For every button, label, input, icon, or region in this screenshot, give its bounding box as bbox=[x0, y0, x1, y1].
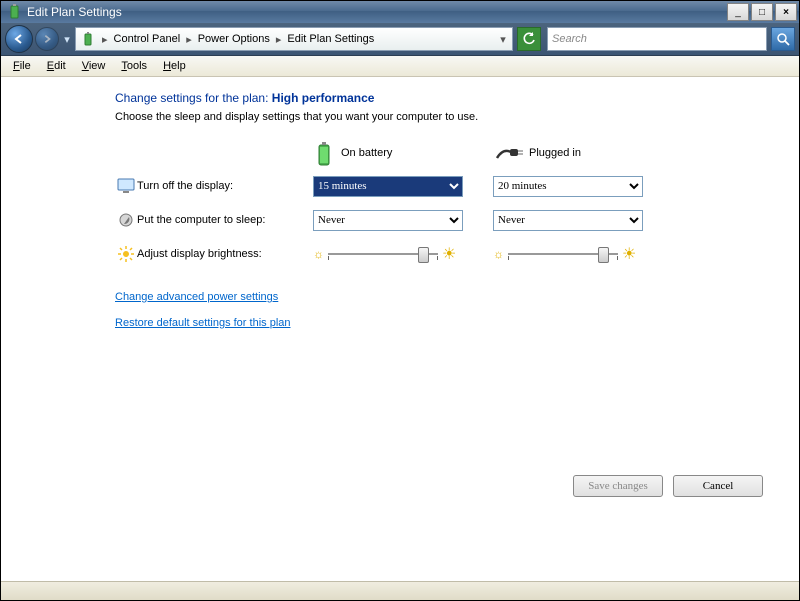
col-label: On battery bbox=[341, 147, 392, 159]
menu-tools[interactable]: Tools bbox=[115, 59, 153, 73]
back-button[interactable] bbox=[5, 25, 33, 53]
cancel-button[interactable]: Cancel bbox=[673, 475, 763, 497]
display-icon bbox=[115, 178, 137, 194]
row-label: Put the computer to sleep: bbox=[137, 214, 313, 226]
sun-small-icon: ☼ bbox=[313, 247, 324, 261]
breadcrumb-dropdown[interactable]: ▾ bbox=[496, 33, 510, 46]
minimize-button[interactable]: _ bbox=[727, 3, 749, 21]
chevron-right-icon: ▸ bbox=[98, 33, 112, 46]
window: Edit Plan Settings _ □ × ▾ ▸ Control Pan… bbox=[0, 0, 800, 601]
page-subtext: Choose the sleep and display settings th… bbox=[115, 111, 789, 123]
row-sleep: Put the computer to sleep: Never Never bbox=[15, 203, 789, 237]
content-area: Change settings for the plan: High perfo… bbox=[1, 77, 799, 581]
row-brightness: Adjust display brightness: ☼ ☀ ☼ bbox=[15, 237, 789, 271]
statusbar bbox=[1, 581, 799, 600]
save-button[interactable]: Save changes bbox=[573, 475, 663, 497]
breadcrumb-icon bbox=[80, 31, 96, 47]
brightness-battery-slider[interactable]: ☼ ☀ bbox=[313, 244, 483, 264]
sleep-icon bbox=[115, 212, 137, 228]
breadcrumb-item[interactable]: Edit Plan Settings bbox=[285, 33, 376, 45]
display-plugged-select[interactable]: 20 minutes bbox=[493, 176, 643, 197]
sun-big-icon: ☀ bbox=[442, 244, 456, 264]
plug-icon bbox=[495, 146, 521, 160]
menu-view[interactable]: View bbox=[76, 59, 112, 73]
links: Change advanced power settings Restore d… bbox=[115, 291, 789, 329]
menu-edit[interactable]: Edit bbox=[41, 59, 72, 73]
search-button[interactable] bbox=[771, 27, 795, 51]
col-on-battery: On battery bbox=[315, 141, 495, 165]
menu-help[interactable]: Help bbox=[157, 59, 192, 73]
app-icon bbox=[7, 4, 23, 20]
column-headers: On battery Plugged in bbox=[315, 137, 789, 169]
row-label: Turn off the display: bbox=[137, 180, 313, 192]
row-label: Adjust display brightness: bbox=[137, 248, 313, 260]
maximize-button[interactable]: □ bbox=[751, 3, 773, 21]
refresh-button[interactable] bbox=[517, 27, 541, 51]
link-restore-defaults[interactable]: Restore default settings for this plan bbox=[115, 317, 789, 329]
sleep-plugged-select[interactable]: Never bbox=[493, 210, 643, 231]
display-battery-select[interactable]: 15 minutes bbox=[313, 176, 463, 197]
slider-thumb[interactable] bbox=[418, 247, 429, 263]
brightness-icon bbox=[115, 246, 137, 262]
search-input[interactable]: Search bbox=[547, 27, 767, 51]
sleep-battery-select[interactable]: Never bbox=[313, 210, 463, 231]
slider-track[interactable] bbox=[508, 244, 618, 264]
chevron-right-icon: ▸ bbox=[182, 33, 196, 46]
forward-button[interactable] bbox=[35, 27, 59, 51]
action-buttons: Save changes Cancel bbox=[573, 475, 763, 497]
search-placeholder: Search bbox=[552, 33, 587, 45]
link-advanced-settings[interactable]: Change advanced power settings bbox=[115, 291, 789, 303]
brightness-plugged-slider[interactable]: ☼ ☀ bbox=[493, 244, 663, 264]
col-label: Plugged in bbox=[529, 147, 581, 159]
sun-small-icon: ☼ bbox=[493, 247, 504, 261]
page-heading: Change settings for the plan: High perfo… bbox=[115, 91, 789, 105]
breadcrumb-item[interactable]: Control Panel bbox=[112, 33, 183, 45]
breadcrumb-item[interactable]: Power Options bbox=[196, 33, 272, 45]
window-title: Edit Plan Settings bbox=[27, 5, 727, 19]
menubar: File Edit View Tools Help bbox=[1, 56, 799, 77]
menu-file[interactable]: File bbox=[7, 59, 37, 73]
breadcrumb[interactable]: ▸ Control Panel ▸ Power Options ▸ Edit P… bbox=[75, 27, 513, 51]
col-plugged-in: Plugged in bbox=[495, 146, 675, 160]
slider-thumb[interactable] bbox=[598, 247, 609, 263]
nav-history-dropdown[interactable]: ▾ bbox=[61, 26, 73, 52]
close-button[interactable]: × bbox=[775, 3, 797, 21]
slider-track[interactable] bbox=[328, 244, 438, 264]
titlebar: Edit Plan Settings _ □ × bbox=[1, 1, 799, 23]
navbar: ▾ ▸ Control Panel ▸ Power Options ▸ Edit… bbox=[1, 23, 799, 56]
sun-big-icon: ☀ bbox=[622, 244, 636, 264]
battery-icon bbox=[315, 141, 333, 165]
plan-name: High performance bbox=[272, 91, 375, 105]
chevron-right-icon: ▸ bbox=[272, 33, 286, 46]
row-display: Turn off the display: 15 minutes 20 minu… bbox=[15, 169, 789, 203]
heading-prefix: Change settings for the plan: bbox=[115, 91, 272, 105]
window-buttons: _ □ × bbox=[727, 3, 797, 21]
